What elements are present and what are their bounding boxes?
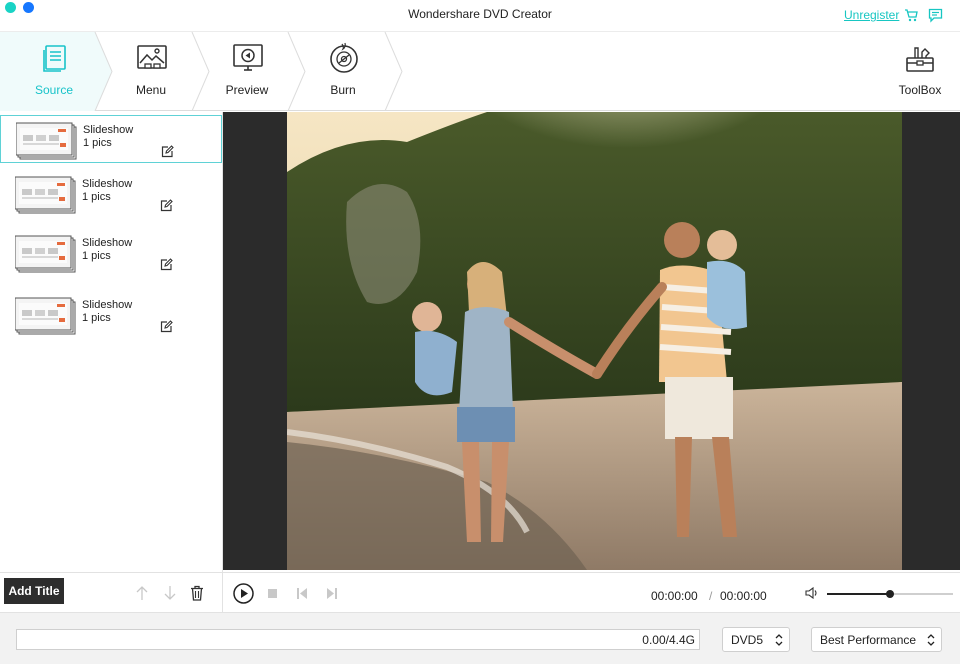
move-up-icon[interactable] <box>135 585 149 601</box>
slideshow-thumbnail <box>15 176 76 214</box>
previous-icon[interactable] <box>297 588 307 599</box>
status-bar: 0.00/4.4G DVD5 Best Performance <box>0 612 960 664</box>
slideshow-count: 1 pics <box>82 191 111 203</box>
edit-icon[interactable] <box>160 320 173 333</box>
slideshow-thumbnail <box>16 122 77 160</box>
chevron-updown-icon <box>927 634 935 646</box>
volume-fill <box>827 593 890 595</box>
unregister-link[interactable]: Unregister <box>844 8 899 22</box>
toolbox-button[interactable]: ToolBox <box>893 32 947 110</box>
edit-icon[interactable] <box>161 145 174 158</box>
list-item[interactable]: Slideshow 1 pics <box>0 229 222 277</box>
menu-template-icon <box>137 45 167 69</box>
disc-type-value: DVD5 <box>731 633 764 647</box>
list-item[interactable]: Slideshow 1 pics <box>0 170 222 218</box>
app-window: Wondershare DVD Creator Unregister Sourc… <box>0 0 960 664</box>
slideshow-count: 1 pics <box>83 137 112 149</box>
list-item[interactable]: Slideshow 1 pics <box>0 291 222 339</box>
preview-icon <box>233 44 263 71</box>
burn-disc-icon <box>330 42 358 73</box>
window-minimize-button[interactable] <box>23 2 34 13</box>
slideshow-title: Slideshow <box>82 178 133 190</box>
tab-preview-label: Preview <box>225 83 269 97</box>
source-icon <box>43 45 66 72</box>
slideshow-count: 1 pics <box>82 312 111 324</box>
slideshow-thumbnail <box>15 297 76 335</box>
chevron-updown-icon <box>775 634 783 646</box>
quality-select[interactable]: Best Performance <box>811 627 942 652</box>
volume-slider[interactable] <box>827 590 953 598</box>
disc-capacity-text: 0.00/4.4G <box>642 633 695 647</box>
slideshow-count: 1 pics <box>82 250 111 262</box>
edit-icon[interactable] <box>160 258 173 271</box>
player-controls: 00:00:00 / 00:00:00 <box>223 572 960 612</box>
current-time: 00:00:00 <box>651 589 698 603</box>
delete-icon[interactable] <box>190 585 204 601</box>
play-icon[interactable] <box>233 583 254 604</box>
list-item[interactable]: Slideshow 1 pics <box>0 115 222 163</box>
list-controls: Add Title <box>0 572 223 612</box>
tab-burn-label: Burn <box>330 83 356 97</box>
slideshow-thumbnail <box>15 235 76 273</box>
stop-icon[interactable] <box>268 589 277 598</box>
quality-value: Best Performance <box>820 633 917 647</box>
feedback-icon[interactable] <box>928 8 943 23</box>
tab-source[interactable]: Source <box>5 32 103 110</box>
tab-preview[interactable]: Preview <box>198 32 296 110</box>
window-close-button[interactable] <box>5 2 16 13</box>
slideshow-list: Slideshow 1 pics Slideshow 1 pics Slides… <box>0 112 223 572</box>
app-title: Wondershare DVD Creator <box>408 7 552 21</box>
toolbox-label: ToolBox <box>898 83 942 97</box>
preview-photo <box>287 112 902 570</box>
next-icon[interactable] <box>327 588 337 599</box>
slideshow-title: Slideshow <box>83 124 134 136</box>
toolbox-icon <box>906 47 934 72</box>
total-time: 00:00:00 <box>720 589 767 603</box>
tab-menu-label: Menu <box>135 83 167 97</box>
time-separator: / <box>709 589 713 603</box>
slideshow-title: Slideshow <box>82 237 133 249</box>
slideshow-title: Slideshow <box>82 299 133 311</box>
disc-capacity-bar: 0.00/4.4G <box>16 629 700 650</box>
tab-menu[interactable]: Menu <box>102 32 200 110</box>
cart-icon[interactable] <box>904 8 918 22</box>
edit-icon[interactable] <box>160 199 173 212</box>
volume-knob[interactable] <box>886 590 894 598</box>
tab-burn[interactable]: Burn <box>294 32 392 110</box>
move-down-icon[interactable] <box>163 585 177 601</box>
main-toolbar: Source Menu Preview Burn ToolBox <box>0 32 960 111</box>
disc-type-select[interactable]: DVD5 <box>722 627 790 652</box>
tab-source-label: Source <box>34 83 74 97</box>
title-bar: Wondershare DVD Creator Unregister <box>0 0 960 32</box>
volume-icon[interactable] <box>805 587 819 599</box>
preview-area <box>223 112 960 570</box>
add-title-button[interactable]: Add Title <box>4 578 64 604</box>
